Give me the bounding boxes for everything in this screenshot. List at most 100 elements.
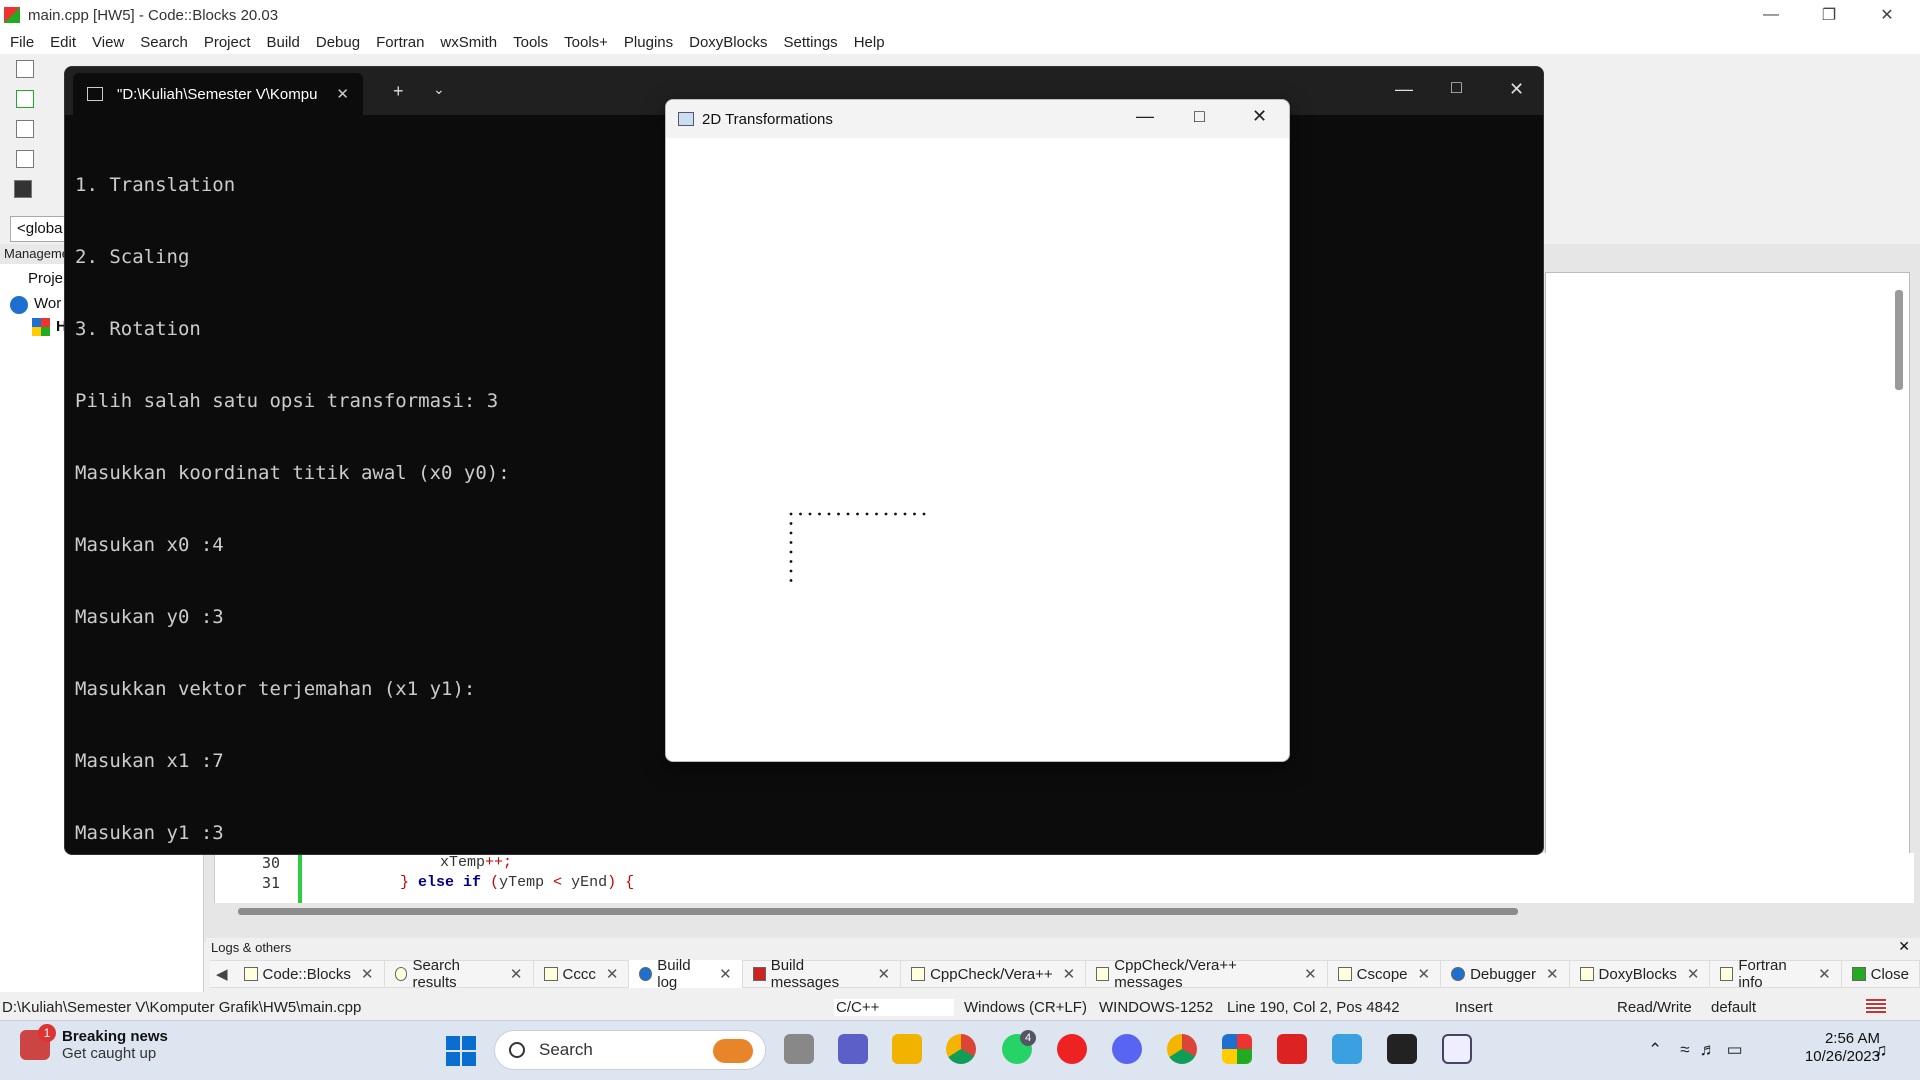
code-line: xTemp++; (440, 854, 513, 871)
menu-project[interactable]: Project (196, 34, 259, 51)
select-cursor-icon[interactable] (16, 120, 34, 138)
taskbar-search[interactable]: Search (494, 1030, 766, 1070)
log-icon (243, 967, 258, 981)
abort-icon[interactable] (14, 180, 32, 198)
tab-label: CppCheck/Vera++ messages (1114, 957, 1237, 991)
menu-build[interactable]: Build (259, 34, 308, 51)
tab-debugger[interactable]: Debugger ✕ (1441, 960, 1570, 988)
notification-bell-icon[interactable]: ♫ (1874, 1040, 1888, 1061)
menu-doxyblocks[interactable]: DoxyBlocks (681, 34, 775, 51)
menu-tools-plus[interactable]: Tools+ (556, 34, 616, 51)
editor-vscroll[interactable] (1895, 290, 1903, 390)
close-icon[interactable]: ✕ (719, 965, 732, 983)
news-icon: 1 (20, 1024, 56, 1060)
gear-icon (639, 967, 653, 981)
terminal-tab[interactable]: "D:\Kuliah\Semester V\Kompu ✕ (73, 73, 363, 115)
logs-close-icon[interactable]: ✕ (1898, 938, 1910, 955)
tab-search-results[interactable]: Search results ✕ (385, 957, 534, 991)
status-encoding: WINDOWS-1252 (1099, 998, 1214, 1016)
tab-fortran-info[interactable]: Fortran info ✕ (1710, 957, 1842, 991)
new-tab-icon[interactable]: + (393, 81, 404, 102)
close-icon[interactable]: ✕ (1252, 106, 1267, 127)
chevron-down-icon[interactable]: ⌄ (433, 81, 445, 98)
close-icon[interactable]: ✕ (606, 965, 619, 983)
menu-file[interactable]: File (2, 34, 42, 51)
discord-icon[interactable] (1112, 1034, 1142, 1064)
terminal-line: Masukan y1 :3 (75, 822, 224, 844)
battery-icon[interactable]: ▭ (1727, 1040, 1743, 1060)
tab-close[interactable]: Close (1842, 960, 1920, 988)
close-icon[interactable]: ✕ (1818, 965, 1831, 983)
tab-cccc[interactable]: Cccc ✕ (534, 960, 630, 988)
minimize-icon[interactable]: — (1136, 106, 1154, 127)
workspace-label[interactable]: Wor (34, 295, 61, 312)
status-bar: D:\Kuliah\Semester V\Komputer Grafik\HW5… (0, 994, 1920, 1020)
tab-scroll-left-icon[interactable]: ◀ (210, 965, 234, 983)
scope-dropdown[interactable]: <globa (10, 216, 70, 242)
menu-settings[interactable]: Settings (775, 34, 845, 51)
tab-build-log[interactable]: Build log ✕ (629, 957, 743, 991)
chevron-up-icon[interactable]: ⌃ (1648, 1040, 1662, 1060)
youtube-music-icon[interactable] (1057, 1034, 1087, 1064)
chrome-icon[interactable] (946, 1034, 976, 1064)
management-label: Manageme (0, 244, 70, 264)
windows-logo-icon (446, 1036, 460, 1050)
graphics-app-taskbar-icon[interactable] (1442, 1034, 1472, 1064)
close-icon[interactable]: ✕ (1063, 965, 1076, 983)
codeblocks-taskbar-icon[interactable] (1222, 1034, 1252, 1064)
close-icon[interactable]: ✕ (1858, 0, 1916, 30)
close-icon[interactable]: ✕ (336, 85, 349, 103)
menu-fortran[interactable]: Fortran (368, 34, 432, 51)
close-icon[interactable]: ✕ (877, 965, 890, 983)
wifi-icon[interactable]: ≈ (1680, 1040, 1689, 1060)
news-widget[interactable]: 1 Breaking news Get caught up (20, 1024, 168, 1062)
graphics-window[interactable]: 2D Transformations — □ ✕ (665, 99, 1290, 762)
editor-page (1545, 272, 1910, 902)
acrobat-icon[interactable] (1277, 1034, 1307, 1064)
maximize-icon[interactable]: □ (1194, 106, 1205, 127)
menu-wxsmith[interactable]: wxSmith (432, 34, 505, 51)
notepad-icon[interactable] (1332, 1034, 1362, 1064)
horizontal-dot (789, 512, 793, 516)
teams-chat-icon[interactable] (838, 1034, 868, 1064)
news-subtitle: Get caught up (62, 1045, 157, 1062)
restore-icon[interactable]: ❐ (1800, 0, 1858, 30)
close-icon[interactable]: ✕ (361, 965, 374, 983)
logs-title: Logs & others (206, 938, 1920, 958)
tab-cscope[interactable]: Cscope ✕ (1328, 960, 1442, 988)
close-icon[interactable]: ✕ (510, 965, 523, 983)
close-icon[interactable]: ✕ (1418, 965, 1431, 983)
minimize-icon[interactable]: — (1742, 0, 1800, 30)
close-icon[interactable]: ✕ (1687, 965, 1700, 983)
task-view-icon[interactable] (784, 1034, 814, 1064)
volume-icon[interactable]: ♬ (1700, 1040, 1717, 1060)
run-icon[interactable] (16, 150, 34, 168)
terminal-taskbar-icon[interactable] (1387, 1034, 1417, 1064)
projects-tab[interactable]: Proje (28, 270, 63, 287)
chrome-profile-icon[interactable] (1167, 1034, 1197, 1064)
clock[interactable]: 2:56 AM 10/26/2023 (1780, 1030, 1880, 1066)
minimize-icon[interactable]: — (1395, 79, 1413, 100)
close-icon[interactable]: ✕ (1509, 79, 1524, 100)
maximize-icon[interactable]: □ (1451, 77, 1462, 98)
terminal-icon (87, 87, 103, 101)
tab-cppcheck[interactable]: CppCheck/Vera++ ✕ (901, 960, 1087, 988)
file-explorer-icon[interactable] (892, 1034, 922, 1064)
menu-view[interactable]: View (84, 34, 132, 51)
tab-build-messages[interactable]: Build messages ✕ (743, 957, 902, 991)
menu-tools[interactable]: Tools (505, 34, 556, 51)
menu-help[interactable]: Help (846, 34, 893, 51)
tab-codeblocks[interactable]: Code::Blocks ✕ (234, 960, 385, 988)
tab-cppcheck-messages[interactable]: CppCheck/Vera++ messages ✕ (1086, 957, 1328, 991)
start-button[interactable] (446, 1036, 476, 1066)
new-file-icon[interactable] (16, 60, 34, 78)
menu-search[interactable]: Search (132, 34, 196, 51)
menu-debug[interactable]: Debug (308, 34, 368, 51)
back-arrow-icon[interactable] (16, 90, 34, 108)
tab-doxyblocks[interactable]: DoxyBlocks ✕ (1570, 960, 1711, 988)
menu-plugins[interactable]: Plugins (616, 34, 681, 51)
editor-hscroll[interactable] (238, 908, 1518, 915)
menu-edit[interactable]: Edit (42, 34, 84, 51)
close-icon[interactable]: ✕ (1304, 965, 1317, 983)
close-icon[interactable]: ✕ (1546, 965, 1559, 983)
